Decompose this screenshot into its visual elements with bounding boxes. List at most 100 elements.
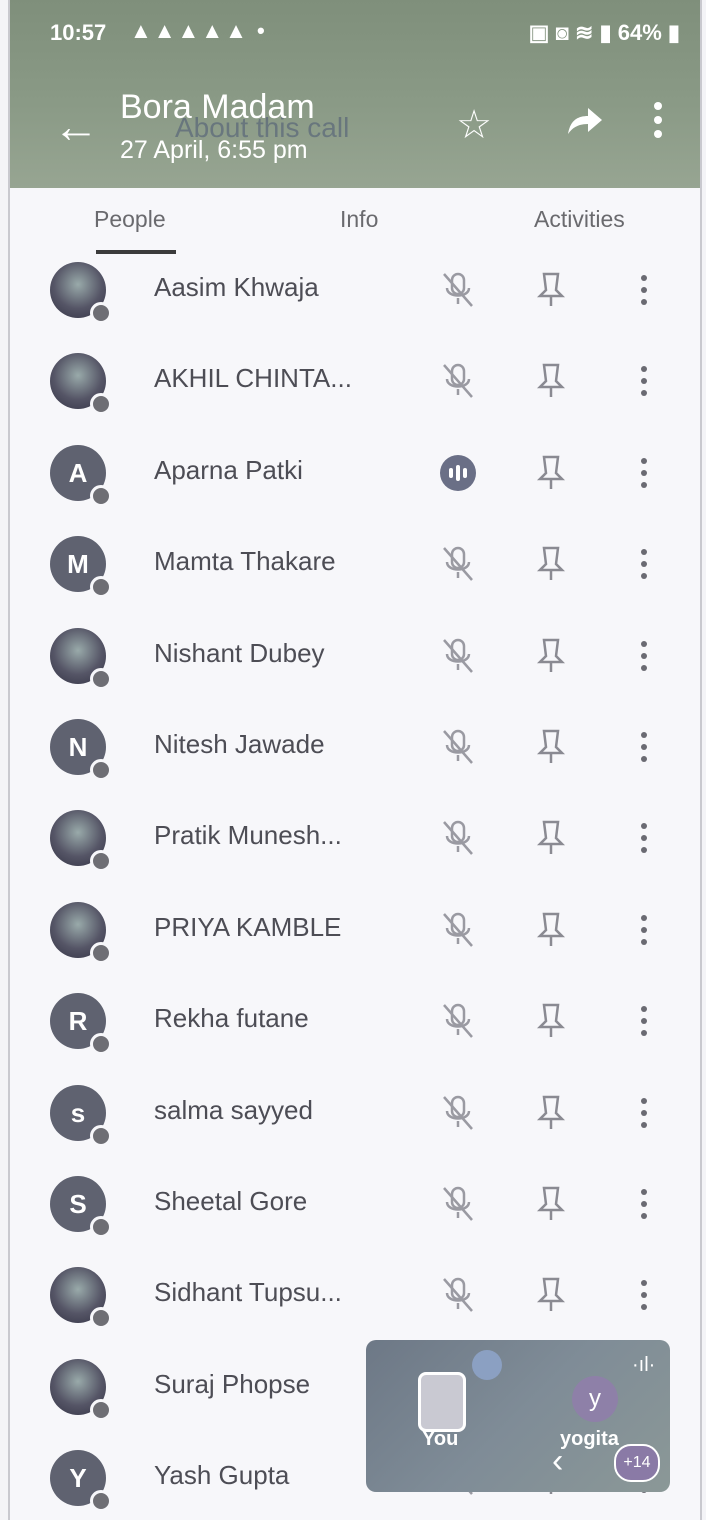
participant-more-icon[interactable] (632, 268, 656, 312)
tab-activities[interactable]: Activities (534, 206, 625, 233)
avatar-initial: Y (69, 1463, 87, 1494)
participant-more-icon[interactable] (632, 1273, 656, 1317)
participant-more-icon[interactable] (632, 816, 656, 860)
floating-call-window[interactable]: You ·ıl· y ‹ yogita +14 (366, 1340, 670, 1492)
participant-more-icon[interactable] (632, 1182, 656, 1226)
avatar-initial: R (68, 1006, 88, 1037)
participant-row[interactable]: Aasim Khwaja (10, 246, 700, 336)
participant-name: salma sayyed (154, 1094, 313, 1125)
back-arrow-icon[interactable]: ← (46, 103, 106, 152)
star-icon[interactable]: ☆ (446, 100, 502, 150)
participant-row[interactable]: Nishant Dubey (10, 612, 700, 702)
participant-more-icon[interactable] (632, 359, 656, 403)
participant-avatar: Y (50, 1450, 112, 1513)
other-participant-label: yogita (560, 1428, 619, 1450)
participant-row[interactable]: Pratik Munesh... (10, 794, 700, 884)
battery-level: 64% (617, 20, 662, 45)
mic-off-icon (438, 1182, 478, 1226)
participant-name: Aasim Khwaja (154, 272, 319, 302)
mic-off-icon (438, 268, 478, 312)
participant-more-icon[interactable] (632, 1091, 656, 1135)
participant-name: Aparna Patki (154, 454, 303, 485)
status-time: 10:57 (50, 20, 107, 45)
pin-icon[interactable] (536, 634, 566, 678)
presence-dot (90, 1216, 112, 1238)
pin-icon[interactable] (536, 1091, 566, 1135)
avatar-initial: A (68, 457, 88, 488)
pin-icon[interactable] (536, 359, 566, 403)
participant-name: Nitesh Jawade (154, 729, 325, 759)
participant-avatar (50, 353, 112, 416)
more-participants-badge: +14 (614, 1444, 660, 1482)
participant-avatar (50, 810, 112, 873)
pin-icon[interactable] (536, 816, 566, 860)
presence-dot (90, 1398, 112, 1421)
self-label: You (422, 1428, 459, 1450)
pin-icon[interactable] (536, 1182, 566, 1226)
participant-more-icon[interactable] (632, 634, 656, 678)
presence-dot (90, 941, 112, 964)
participant-name: Mamta Thakare (154, 546, 336, 577)
presence-dot (90, 1490, 112, 1513)
mic-off-icon (438, 542, 478, 586)
participant-avatar (50, 627, 112, 690)
participant-row[interactable]: M Mamta Thakare (10, 520, 700, 610)
pin-icon[interactable] (536, 908, 566, 952)
share-arrow-icon[interactable] (558, 100, 614, 152)
avatar-initial: S (69, 1189, 87, 1219)
call-subtitle: 27 April, 6:55 pm (120, 136, 308, 164)
status-bar: 10:57 ▲▲▲▲▲ • ▣ ◙ ≋ ▮ 64% ▮ (50, 18, 680, 60)
participant-more-icon[interactable] (632, 542, 656, 586)
participant-row[interactable]: AKHIL CHINTA... (10, 337, 700, 427)
mic-off-icon (438, 725, 478, 769)
pin-icon[interactable] (536, 999, 566, 1043)
pin-icon[interactable] (536, 268, 566, 312)
participant-row[interactable]: s salma sayyed (10, 1069, 700, 1159)
participant-row[interactable]: R Rekha futane (10, 977, 700, 1067)
participant-avatar (50, 1267, 112, 1330)
pin-icon[interactable] (536, 725, 566, 769)
participant-more-icon[interactable] (632, 451, 656, 495)
tab-people[interactable]: People (94, 206, 166, 233)
other-participant-avatar: y (572, 1376, 618, 1422)
self-video-thumbnail (418, 1372, 466, 1432)
avatar-initial: N (68, 732, 88, 762)
call-people-screen: 10:57 ▲▲▲▲▲ • ▣ ◙ ≋ ▮ 64% ▮ ← About this… (8, 0, 702, 1520)
self-status-dot (472, 1350, 502, 1380)
participant-name: PRIYA KAMBLE (154, 911, 342, 942)
participant-avatar: A (50, 444, 112, 507)
participant-avatar (50, 1358, 112, 1421)
participant-more-icon[interactable] (632, 999, 656, 1043)
participant-row[interactable]: Sidhant Tupsu... (10, 1251, 700, 1341)
participant-row[interactable]: PRIYA KAMBLE (10, 886, 700, 976)
audio-level-icon: ·ıl· (632, 1354, 656, 1376)
presence-dot (90, 1124, 112, 1147)
participant-avatar (50, 901, 112, 964)
avatar-initial: M (67, 549, 89, 580)
mic-off-icon (438, 1091, 478, 1135)
participant-avatar: S (50, 1176, 112, 1238)
participant-name: AKHIL CHINTA... (154, 363, 352, 394)
tab-info[interactable]: Info (340, 206, 378, 233)
mic-off-icon (438, 908, 478, 952)
participant-row[interactable]: A Aparna Patki (10, 429, 700, 519)
mic-off-icon (438, 999, 478, 1043)
participant-more-icon[interactable] (632, 908, 656, 952)
presence-dot (90, 484, 112, 507)
more-vert-icon[interactable] (638, 100, 678, 152)
participant-row[interactable]: S Sheetal Gore (10, 1160, 700, 1250)
pin-icon[interactable] (536, 1273, 566, 1317)
participant-avatar: M (50, 536, 112, 599)
participant-more-icon[interactable] (632, 725, 656, 769)
participant-row[interactable]: N Nitesh Jawade (10, 703, 700, 793)
speaking-indicator-icon (438, 451, 478, 495)
presence-dot (90, 393, 112, 416)
mic-off-icon (438, 816, 478, 860)
pin-icon[interactable] (536, 542, 566, 586)
participant-name: Yash Gupta (154, 1460, 290, 1491)
presence-dot (90, 667, 112, 690)
participant-name: Nishant Dubey (154, 637, 325, 668)
participant-name: Pratik Munesh... (154, 820, 342, 851)
pin-icon[interactable] (536, 451, 566, 495)
participant-avatar (50, 262, 112, 324)
